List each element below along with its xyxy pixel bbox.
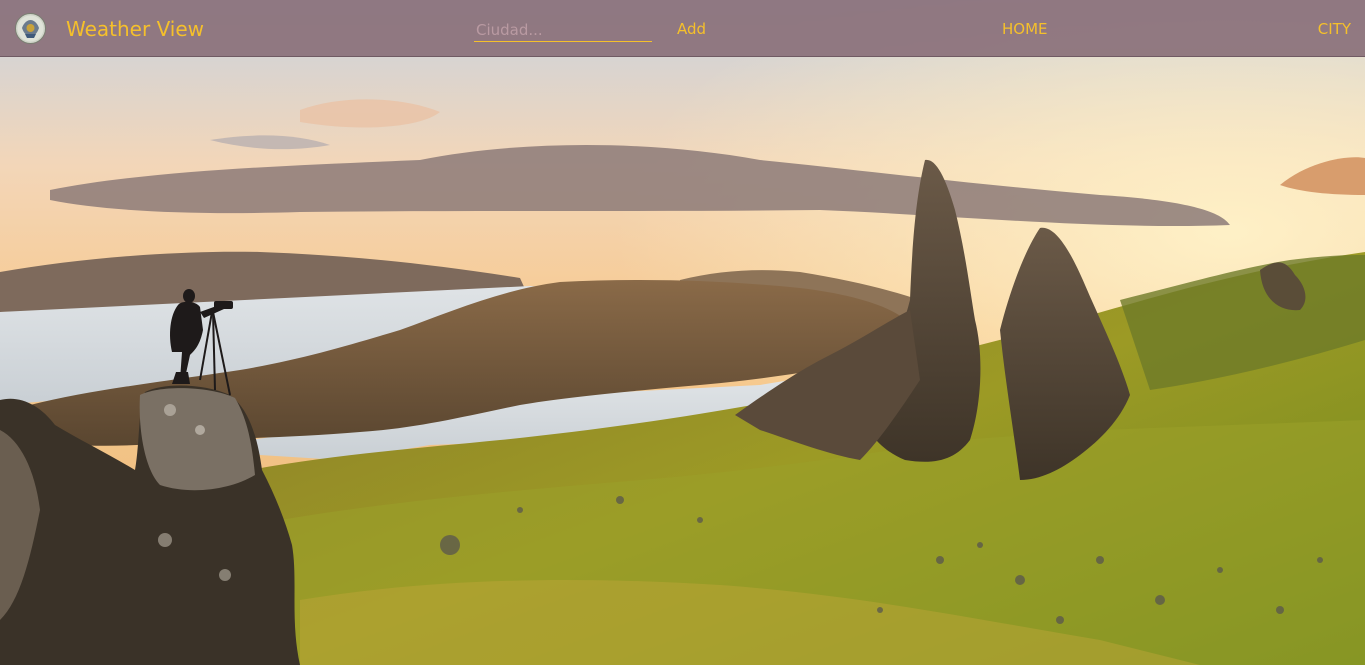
nav-link-city[interactable]: CITY [1318, 20, 1351, 38]
hero-background-image [0, 0, 1365, 665]
brand-title[interactable]: Weather View [66, 17, 204, 41]
city-search-input[interactable] [474, 18, 652, 42]
navbar: Weather View Add HOME CITY [0, 0, 1365, 57]
add-city-button[interactable]: Add [677, 20, 706, 38]
nav-link-home[interactable]: HOME [1002, 20, 1048, 38]
page: Weather View Add HOME CITY [0, 0, 1365, 665]
weather-app-logo-icon[interactable] [15, 13, 46, 44]
